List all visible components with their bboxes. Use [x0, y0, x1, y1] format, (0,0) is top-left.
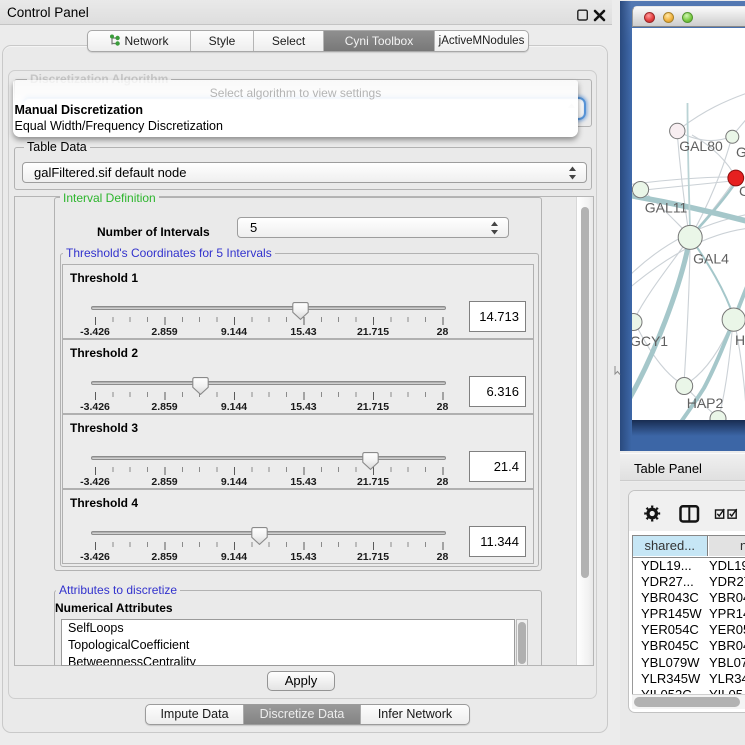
svg-text:GAL11: GAL11 [645, 200, 688, 216]
svg-text:GAL4: GAL4 [693, 251, 729, 267]
svg-text:HI: HI [735, 332, 745, 348]
svg-text:GAL80: GAL80 [679, 138, 723, 154]
svg-text:CY: CY [739, 183, 745, 199]
svg-text:GA: GA [736, 144, 745, 160]
svg-text:GCY1: GCY1 [632, 333, 668, 349]
svg-text:HAP2: HAP2 [687, 395, 724, 411]
